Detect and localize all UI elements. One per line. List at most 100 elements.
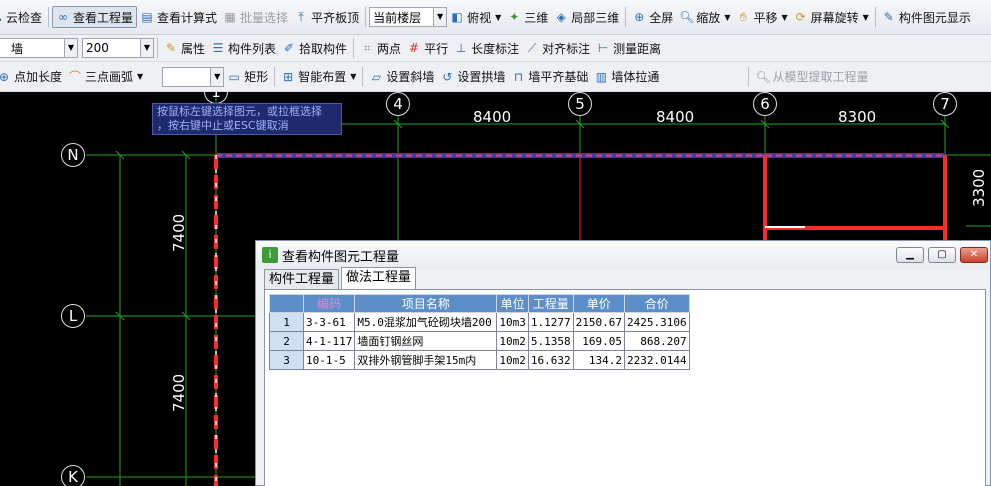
method-quantity-panel: 编码 项目名称 单位 工程量 单价 合价 1 3-3-61 M5.0混浆加气砼砌… bbox=[264, 289, 986, 486]
top-view-button[interactable]: ◧ 俯视 ▼ bbox=[447, 6, 504, 28]
row-number: 2 bbox=[269, 331, 304, 351]
align-slab-top-button[interactable]: ⤒ 平齐板顶 bbox=[291, 6, 362, 28]
batch-select-button[interactable]: ▦ 批量选择 bbox=[220, 6, 291, 28]
slope-wall-icon: ▱ bbox=[371, 69, 381, 84]
separator bbox=[353, 38, 355, 58]
dialog-title: 查看构件图元工程量 bbox=[282, 249, 400, 265]
rotate-screen-button[interactable]: ⟳ 屏幕旋转 ▼ bbox=[791, 6, 872, 28]
minimize-button[interactable]: ▁ bbox=[896, 247, 924, 263]
pick-component-button[interactable]: ✐ 拾取构件 bbox=[279, 37, 350, 59]
column-header-unit[interactable]: 单位 bbox=[496, 294, 529, 313]
separator bbox=[874, 7, 876, 27]
tab-component-quantity[interactable]: 构件工程量 bbox=[264, 269, 340, 289]
cell-unit[interactable]: 10m3 bbox=[496, 312, 529, 332]
cell-total[interactable]: 868.207 bbox=[623, 331, 690, 351]
table-header-row: 编码 项目名称 单位 工程量 单价 合价 bbox=[269, 294, 690, 313]
full-view-button[interactable]: ⊕ 全屏 bbox=[629, 6, 676, 28]
row-number-header bbox=[269, 294, 304, 313]
column-header-total[interactable]: 合价 bbox=[623, 294, 690, 313]
cell-name[interactable]: 墙面钉钢丝网 bbox=[354, 331, 498, 351]
cell-unit[interactable]: 10m2 bbox=[496, 350, 529, 370]
column-header-code[interactable]: 编码 bbox=[302, 294, 356, 313]
point-length-button[interactable]: ⊕点加长度 bbox=[0, 66, 65, 88]
cell-quantity[interactable]: 5.1358 bbox=[527, 331, 574, 351]
chevron-down-icon: ▼ bbox=[862, 12, 869, 22]
component-display-icon: ✎ bbox=[883, 10, 894, 24]
smart-layout-button[interactable]: ⊞ 智能布置 ▼ bbox=[278, 66, 359, 88]
axis-bubble: 7 bbox=[933, 92, 957, 116]
separator bbox=[157, 38, 158, 58]
cell-name[interactable]: 双排外钢管脚手架15m内 bbox=[354, 350, 498, 370]
component-type-select[interactable]: 墙 ▼ bbox=[0, 38, 78, 58]
arc-mode-select[interactable]: ▼ bbox=[162, 66, 225, 87]
formula-icon: ▤ bbox=[141, 10, 153, 24]
component-display-button[interactable]: ✎ 构件图元显示 bbox=[879, 6, 974, 28]
axis-bubble: 4 bbox=[386, 92, 410, 116]
cloud-check-button[interactable]: ☁云检查 bbox=[0, 6, 45, 28]
top-view-icon: ◧ bbox=[451, 10, 463, 24]
table-row[interactable]: 2 4-1-117 墙面钉钢丝网 10m2 5.1358 169.05 868.… bbox=[269, 331, 690, 351]
dimension-label: 8400 bbox=[656, 108, 695, 126]
axis-bubble: N bbox=[61, 143, 85, 167]
cell-total[interactable]: 2232.0144 bbox=[623, 350, 690, 370]
column-header-quantity[interactable]: 工程量 bbox=[527, 294, 574, 313]
app-icon: ⅰ bbox=[262, 247, 278, 263]
arc-select[interactable]: ⌒ 三点画弧 ▼ bbox=[65, 66, 146, 88]
dimension-label: 3300 bbox=[970, 168, 988, 207]
measure-distance-button[interactable]: ⊢ 测量距离 bbox=[593, 37, 664, 59]
component-quantity-dialog: ⅰ 查看构件图元工程量 ▁ ▢ ✕ 构件工程量 做法工程量 编码 项目名称 单位… bbox=[255, 240, 991, 486]
extract-quantity-button[interactable]: 🔍︎ 从模型提取工程量 bbox=[752, 66, 871, 88]
pick-component-icon: ✐ bbox=[284, 41, 295, 55]
align-dimension-button[interactable]: ⟋ 对齐标注 bbox=[522, 37, 593, 59]
zoom-button[interactable]: 🔍︎ 缩放 ▼ bbox=[676, 6, 733, 28]
measure-distance-icon: ⊢ bbox=[597, 41, 609, 55]
close-button[interactable]: ✕ bbox=[960, 247, 988, 263]
3d-button[interactable]: ✦ 三维 bbox=[504, 6, 551, 28]
cell-quantity[interactable]: 1.1277 bbox=[527, 312, 574, 332]
arch-wall-button[interactable]: ↺ 设置拱墙 bbox=[437, 66, 508, 88]
cell-unit-price[interactable]: 2150.67 bbox=[572, 312, 625, 332]
cloud-check-icon: ☁ bbox=[0, 10, 3, 24]
cell-unit-price[interactable]: 169.05 bbox=[572, 331, 625, 351]
length-dimension-icon: ⊥ bbox=[455, 41, 467, 55]
cell-code[interactable]: 4-1-117 bbox=[302, 331, 356, 351]
column-header-unit-price[interactable]: 单价 bbox=[572, 294, 625, 313]
parallel-button[interactable]: # 平行 bbox=[404, 37, 451, 59]
arc-icon: ⌒ bbox=[69, 69, 82, 84]
component-list-icon: ☰ bbox=[212, 41, 224, 55]
rectangle-button[interactable]: ▭ 矩形 bbox=[224, 66, 271, 88]
cell-unit[interactable]: 10m2 bbox=[496, 331, 529, 351]
cell-code[interactable]: 3-3-61 bbox=[302, 312, 356, 332]
maximize-button[interactable]: ▢ bbox=[928, 247, 956, 263]
component-list-button[interactable]: ☰ 构件列表 bbox=[208, 37, 279, 59]
chevron-down-icon: ▼ bbox=[350, 72, 357, 81]
axis-bubble: K bbox=[61, 465, 85, 486]
wall-stretch-icon: ▥ bbox=[595, 69, 608, 84]
cell-quantity[interactable]: 16.632 bbox=[527, 350, 574, 370]
view-quantity-button[interactable]: ∞ 查看工程量 bbox=[52, 6, 138, 28]
column-header-name[interactable]: 项目名称 bbox=[354, 294, 498, 313]
wall-align-foundation-button[interactable]: ⊓ 墙平齐基础 bbox=[508, 66, 591, 88]
chevron-down-icon: ▼ bbox=[210, 67, 224, 86]
cell-unit-price[interactable]: 134.2 bbox=[572, 350, 625, 370]
cell-name[interactable]: M5.0混浆加气砼砌块墙200 bbox=[354, 312, 498, 332]
table-row[interactable]: 3 10-1-5 双排外钢管脚手架15m内 10m2 16.632 134.2 … bbox=[269, 350, 690, 370]
main-toolbar: ☁云检查 ∞查看工程量 ▤查看计算式 ▦批量选择 ⤒平齐板顶 当前楼层▼ ◧俯视… bbox=[0, 0, 991, 35]
cell-total[interactable]: 2425.3106 bbox=[623, 312, 690, 332]
slope-wall-button[interactable]: ▱ 设置斜墙 bbox=[366, 66, 437, 88]
two-point-button[interactable]: ⌗ 两点 bbox=[357, 37, 404, 59]
floor-select[interactable]: 当前楼层 ▼ bbox=[369, 7, 448, 27]
cell-code[interactable]: 10-1-5 bbox=[302, 350, 356, 370]
wall-stretch-button[interactable]: ▥ 墙体拉通 bbox=[591, 66, 662, 88]
tab-method-quantity[interactable]: 做法工程量 bbox=[341, 267, 417, 289]
table-row[interactable]: 1 3-3-61 M5.0混浆加气砼砌块墙200 10m3 1.1277 215… bbox=[269, 312, 690, 332]
component-size-select[interactable]: 200 ▼ bbox=[82, 38, 154, 58]
properties-icon: ✎ bbox=[165, 41, 177, 55]
length-dimension-button[interactable]: ⊥ 长度标注 bbox=[451, 37, 522, 59]
properties-button[interactable]: ✎ 属性 bbox=[161, 37, 208, 59]
two-point-icon: ⌗ bbox=[363, 41, 371, 55]
dialog-titlebar[interactable]: ⅰ 查看构件图元工程量 bbox=[256, 241, 990, 269]
local-3d-button[interactable]: ◈ 局部三维 bbox=[551, 6, 622, 28]
view-formula-button[interactable]: ▤ 查看计算式 bbox=[137, 6, 220, 28]
pan-button[interactable]: ✋︎ 平移 ▼ bbox=[733, 6, 790, 28]
